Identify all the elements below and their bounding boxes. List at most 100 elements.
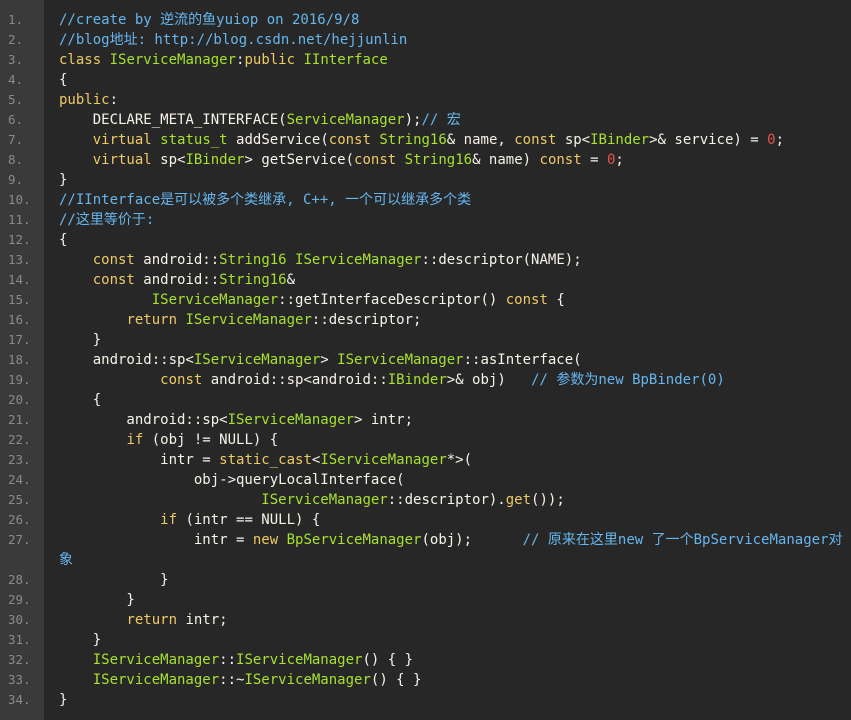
line-number: 32.	[8, 652, 31, 667]
code-block[interactable]: 1. //create by 逆流的鱼yuiop on 2016/9/8 2. //b…	[0, 10, 851, 710]
code-token-plain: >	[320, 352, 338, 368]
code-line: 22. if (obj != NULL) {	[0, 430, 851, 450]
code-token-plain: ::	[219, 652, 237, 668]
code-text: }	[44, 170, 851, 190]
code-token-plain: () { }	[370, 672, 422, 688]
code-line: 20. {	[0, 390, 851, 410]
code-token-plain: intr =	[59, 532, 253, 548]
code-token-plain: ;	[615, 152, 624, 168]
line-number: 12.	[8, 232, 31, 247]
code-line: 13. const android::String16 IServiceMana…	[0, 250, 851, 270]
code-line: 27. intr = new BpServiceManager(obj); //…	[0, 530, 851, 570]
code-token-plain: DECLARE_META_INTERFACE(	[59, 112, 287, 128]
code-token-plain: android::sp<	[59, 352, 194, 368]
code-text: return IServiceManager::descriptor;	[44, 310, 851, 330]
code-text: public:	[44, 90, 851, 110]
code-text: {	[44, 390, 851, 410]
code-token-type: IServiceManager	[295, 252, 422, 268]
code-text: }	[44, 570, 851, 590]
code-token-type: IServiceManager	[151, 292, 279, 308]
code-token-type: BpServiceManager	[286, 532, 422, 548]
code-token-keyword: const	[354, 152, 397, 168]
code-token-keyword: new	[252, 532, 279, 548]
line-number: 4.	[8, 72, 24, 87]
line-number: 14.	[8, 272, 31, 287]
code-token-type: IServiceManager	[92, 672, 220, 688]
code-token-type: IServiceManager	[227, 412, 355, 428]
line-number: 34.	[8, 692, 31, 707]
code-token-type: ServiceManager	[286, 112, 405, 128]
code-token-plain: {	[59, 72, 68, 88]
code-line: 25. IServiceManager::descriptor).get());	[0, 490, 851, 510]
code-token-type: IServiceManager	[337, 352, 464, 368]
code-text: //这里等价于:	[44, 210, 851, 230]
code-token-type: IServiceManager	[320, 452, 447, 468]
code-line: 8. virtual sp<IBinder> getService(const …	[0, 150, 851, 170]
code-token-type: String16	[219, 252, 287, 268]
code-line: 7. virtual status_t addService(const Str…	[0, 130, 851, 150]
code-editor[interactable]: 1. //create by 逆流的鱼yuiop on 2016/9/8 2. //b…	[0, 0, 851, 720]
line-number: 16.	[8, 312, 31, 327]
code-token-type: String16	[404, 152, 473, 168]
code-token-plain: ());	[531, 492, 565, 508]
code-token-comment: // 参数为new BpBinder(0)	[531, 372, 725, 388]
code-token-comment: //这里等价于:	[59, 212, 155, 228]
code-line: 28. }	[0, 570, 851, 590]
code-text: }	[44, 630, 851, 650]
line-number: 9.	[8, 172, 24, 187]
code-token-plain: }	[59, 592, 135, 608]
code-token-type: IInterface	[303, 52, 388, 68]
code-line: 29. }	[0, 590, 851, 610]
code-line: 6. DECLARE_META_INTERFACE(ServiceManager…	[0, 110, 851, 130]
code-token-plain: & name)	[472, 152, 540, 168]
code-text: intr = new BpServiceManager(obj); // 原来在…	[44, 530, 851, 570]
line-number: 17.	[8, 332, 31, 347]
code-token-keyword: if	[160, 512, 178, 528]
line-number: 11.	[8, 212, 31, 227]
line-number: 23.	[8, 452, 31, 467]
line-number: 5.	[8, 92, 24, 107]
code-token-keyword: const	[539, 152, 582, 168]
code-token-plain: ::getInterfaceDescriptor()	[278, 292, 506, 308]
code-token-plain: ::descriptor).	[387, 492, 506, 508]
code-token-plain: }	[59, 172, 68, 188]
code-token-type: status_t	[160, 132, 228, 148]
line-number: 15.	[8, 292, 31, 307]
code-text: {	[44, 70, 851, 90]
code-token-type: IBinder	[387, 372, 447, 388]
line-number: 8.	[8, 152, 24, 167]
code-token-keyword: class	[59, 52, 102, 68]
code-token-plain: {	[59, 232, 68, 248]
code-line: 33. IServiceManager::~IServiceManager() …	[0, 670, 851, 690]
code-line: 21. android::sp<IServiceManager> intr;	[0, 410, 851, 430]
code-token-keyword: const	[92, 252, 135, 268]
line-number: 1.	[8, 12, 24, 27]
code-line: 26. if (intr == NULL) {	[0, 510, 851, 530]
code-text: return intr;	[44, 610, 851, 630]
code-line: 23. intr = static_cast<IServiceManager*>…	[0, 450, 851, 470]
code-text: IServiceManager::~IServiceManager() { }	[44, 670, 851, 690]
code-token-plain: }	[59, 572, 169, 588]
code-line: 9.}	[0, 170, 851, 190]
code-token-comment: // 宏	[421, 112, 461, 128]
code-text: intr = static_cast<IServiceManager*>(	[44, 450, 851, 470]
code-token-plain: >& service) =	[649, 132, 768, 148]
code-token-type: IServiceManager	[236, 652, 363, 668]
code-text: {	[44, 230, 851, 250]
code-token-type: IServiceManager	[193, 352, 321, 368]
code-token-plain: android::sp<	[59, 412, 228, 428]
code-token-plain: sp<	[151, 152, 186, 168]
code-token-keyword: static_cast	[219, 452, 312, 468]
code-token-plain: (obj);	[421, 532, 523, 548]
line-number: 25.	[8, 492, 31, 507]
code-line: 14. const android::String16&	[0, 270, 851, 290]
line-number: 21.	[8, 412, 31, 427]
code-text: IServiceManager::getInterfaceDescriptor(…	[44, 290, 851, 310]
